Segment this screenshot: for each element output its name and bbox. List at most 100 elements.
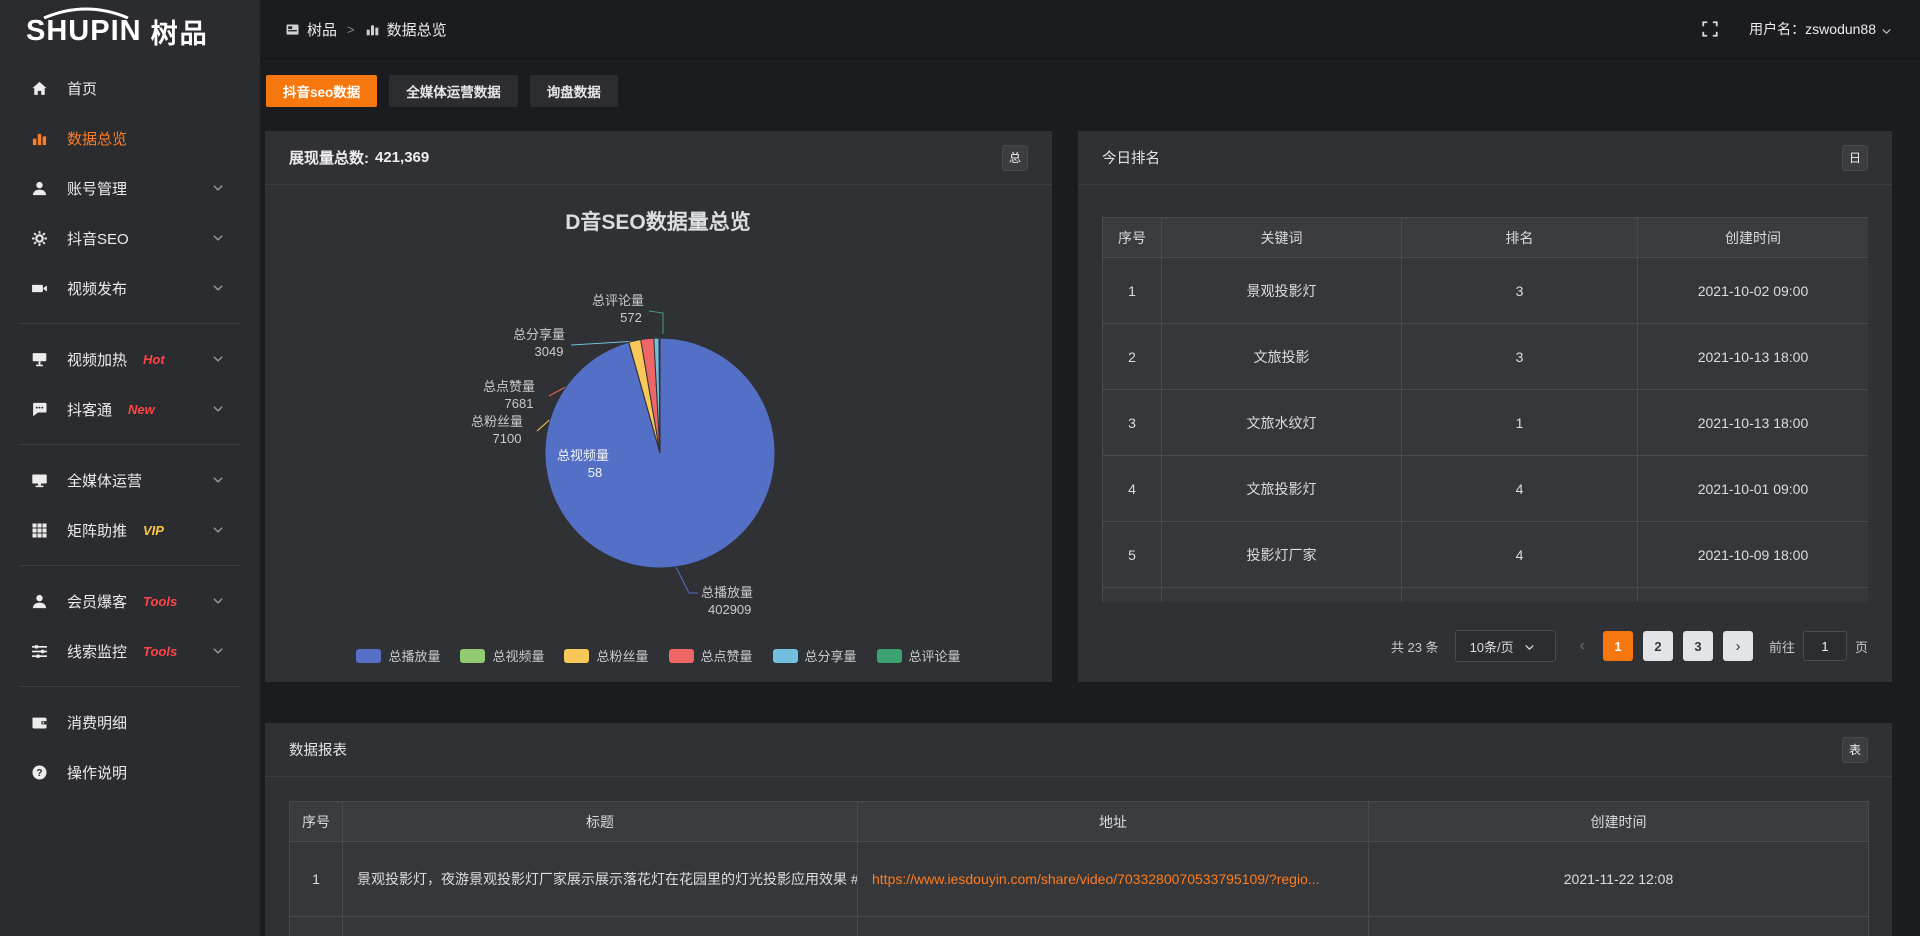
question-icon: ? — [31, 764, 48, 781]
sidebar-item-member-baoke[interactable]: 会员爆客Tools — [0, 576, 260, 626]
table-cell: 3 — [1103, 390, 1162, 456]
sidebar-item-consume-detail[interactable]: 消费明细 — [0, 697, 260, 747]
sidebar-item-account-manage[interactable]: 账号管理 — [0, 163, 260, 213]
pie-label-name: 总点赞量 — [483, 379, 535, 394]
pie-label-value: 3049 — [535, 344, 564, 359]
sidebar-item-label: 全媒体运营 — [67, 470, 142, 491]
pie-label-value: 7681 — [505, 396, 534, 411]
sidebar-item-douyin-seo[interactable]: 抖音SEO — [0, 213, 260, 263]
pie-label-name: 总分享量 — [513, 327, 565, 342]
goto-page-input[interactable] — [1803, 631, 1847, 661]
legend-item-总分享量[interactable]: 总分享量 — [773, 646, 857, 665]
sidebar-item-media-operation[interactable]: 全媒体运营 — [0, 455, 260, 505]
chevron-down-icon — [212, 595, 224, 607]
next-page-button[interactable]: › — [1723, 631, 1753, 661]
legend-label: 总评论量 — [909, 646, 961, 665]
prev-page-button[interactable]: ‹ — [1574, 636, 1591, 656]
legend-item-总视频量[interactable]: 总视频量 — [460, 646, 544, 665]
tab-inquiry-data[interactable]: 询盘数据 — [530, 75, 618, 107]
table-row: 2文旅投影32021-10-13 18:00 — [1103, 324, 1869, 390]
pie-label-value: 572 — [620, 310, 642, 325]
column-header: 标题 — [343, 802, 858, 842]
sidebar-item-douketong[interactable]: 抖客通New — [0, 384, 260, 434]
topbar: 树品 > 数据总览 用户名： zswodun88 — [260, 0, 1920, 59]
table-row: 4文旅投影灯42021-10-01 09:00 — [1103, 456, 1869, 522]
sidebar-item-matrix-boost[interactable]: 矩阵助推VIP — [0, 505, 260, 555]
wallet-icon — [31, 714, 48, 731]
data-tabs: 抖音seo数据全媒体运营数据询盘数据 — [266, 75, 630, 107]
report-table-wrap: 序号标题地址创建时间1景观投影灯，夜游景观投影灯厂家展示展示落花灯在花园里的灯光… — [289, 801, 1868, 936]
table-cell: 2021-10-13 18:00 — [1638, 390, 1869, 456]
table-header-row: 序号关键词排名创建时间 — [1103, 218, 1869, 258]
legend-swatch — [669, 649, 694, 663]
breadcrumb-current: 数据总览 — [387, 19, 447, 40]
sidebar-item-video-publish[interactable]: 视频发布 — [0, 263, 260, 313]
table-row: 3文旅水纹灯12021-10-13 18:00 — [1103, 390, 1869, 456]
table-row: 1景观投影灯32021-10-02 09:00 — [1103, 258, 1869, 324]
url-cell: https://www.iesdouyin.com/share/video/70… — [858, 842, 1369, 917]
pie-label-name: 总播放量 — [701, 585, 753, 600]
chevron-down-icon — [212, 182, 224, 194]
table-row-clipped — [290, 917, 1869, 936]
sidebar-item-clue-monitor[interactable]: 线索监控Tools — [0, 626, 260, 676]
pagination: 共 23 条 10条/页 ‹ 123 › 前往 页 — [1102, 630, 1868, 662]
sidebar-item-video-heat[interactable]: 视频加热Hot — [0, 334, 260, 384]
sidebar-item-home[interactable]: 首页 — [0, 63, 260, 113]
sidebar-item-label: 会员爆客 — [67, 591, 127, 612]
column-header: 序号 — [1103, 218, 1162, 258]
pie-label-line — [649, 311, 663, 334]
sidebar-item-label: 抖音SEO — [67, 228, 129, 249]
created-cell: 2021-11-22 12:08 — [1369, 842, 1869, 917]
logo-text-en: SHUPIN — [26, 15, 142, 48]
page-button-1[interactable]: 1 — [1603, 631, 1633, 661]
sidebar-item-label: 线索监控 — [67, 641, 127, 662]
pie-label-value: 7100 — [493, 431, 522, 446]
app-root: SHUPIN 树品 首页数据总览账号管理抖音SEO视频发布视频加热Hot抖客通N… — [0, 0, 1920, 936]
column-header: 创建时间 — [1369, 802, 1869, 842]
gear-icon — [31, 230, 48, 247]
pie-label-line — [676, 567, 698, 593]
fullscreen-icon[interactable] — [1701, 20, 1719, 38]
page-size-value: 10条/页 — [1470, 637, 1514, 656]
logo[interactable]: SHUPIN 树品 — [0, 0, 260, 63]
legend-swatch — [356, 649, 381, 663]
topbar-right: 用户名： zswodun88 — [1701, 19, 1892, 39]
table-cell: 5 — [1103, 522, 1162, 588]
overview-panel: 展现量总数: 421,369 总 D音SEO数据量总览总播放量402909总视频… — [265, 131, 1052, 682]
page-button-2[interactable]: 2 — [1643, 631, 1673, 661]
sidebar-item-badge: VIP — [143, 523, 164, 538]
legend-item-总粉丝量[interactable]: 总粉丝量 — [564, 646, 648, 665]
table-badge-button[interactable]: 表 — [1842, 737, 1868, 763]
tab-media-operation-data[interactable]: 全媒体运营数据 — [389, 75, 518, 107]
legend-item-总评论量[interactable]: 总评论量 — [877, 646, 961, 665]
chevron-down-icon — [1881, 24, 1892, 35]
logo-arc-icon — [40, 7, 132, 19]
table-row: 1景观投影灯，夜游景观投影灯厂家展示展示落花灯在花园里的灯光投影应用效果 #ht… — [290, 842, 1869, 917]
sidebar-item-operation-guide[interactable]: ?操作说明 — [0, 747, 260, 797]
page-size-select[interactable]: 10条/页 — [1455, 630, 1556, 662]
table-cell: 文旅投影 — [1162, 324, 1402, 390]
pie-chart-area: D音SEO数据量总览总播放量402909总视频量58总粉丝量7100总点赞量76… — [265, 185, 1052, 681]
legend-label: 总播放量 — [388, 646, 440, 665]
ranking-table: 序号关键词排名创建时间1景观投影灯32021-10-02 09:002文旅投影3… — [1102, 217, 1868, 602]
chevron-down-icon — [212, 645, 224, 657]
day-badge-button[interactable]: 日 — [1842, 145, 1868, 171]
sidebar-item-badge: Hot — [143, 352, 165, 367]
user-menu[interactable]: 用户名： zswodun88 — [1749, 19, 1892, 39]
legend-item-总播放量[interactable]: 总播放量 — [356, 646, 440, 665]
goto-label: 前往 — [1769, 637, 1795, 656]
total-badge-button[interactable]: 总 — [1002, 145, 1028, 171]
sidebar-menu: 首页数据总览账号管理抖音SEO 视频发布视频加热Hot抖客通New 全媒体运营矩阵助… — [0, 63, 260, 797]
page-button-3[interactable]: 3 — [1683, 631, 1713, 661]
sidebar-item-data-overview[interactable]: 数据总览 — [0, 113, 260, 163]
table-cell: 4 — [1402, 522, 1638, 588]
table-header-row: 序号标题地址创建时间 — [290, 802, 1869, 842]
tab-douyin-seo-data[interactable]: 抖音seo数据 — [266, 75, 377, 107]
table-cell: 2021-10-09 18:00 — [1638, 522, 1869, 588]
pie-label-name: 总粉丝量 — [471, 414, 523, 429]
table-cell: 1 — [1402, 390, 1638, 456]
report-link[interactable]: https://www.iesdouyin.com/share/video/70… — [872, 871, 1354, 887]
legend-item-总点赞量[interactable]: 总点赞量 — [669, 646, 753, 665]
breadcrumb-root[interactable]: 树品 — [307, 19, 337, 40]
pagination-total: 共 23 条 — [1391, 637, 1439, 656]
